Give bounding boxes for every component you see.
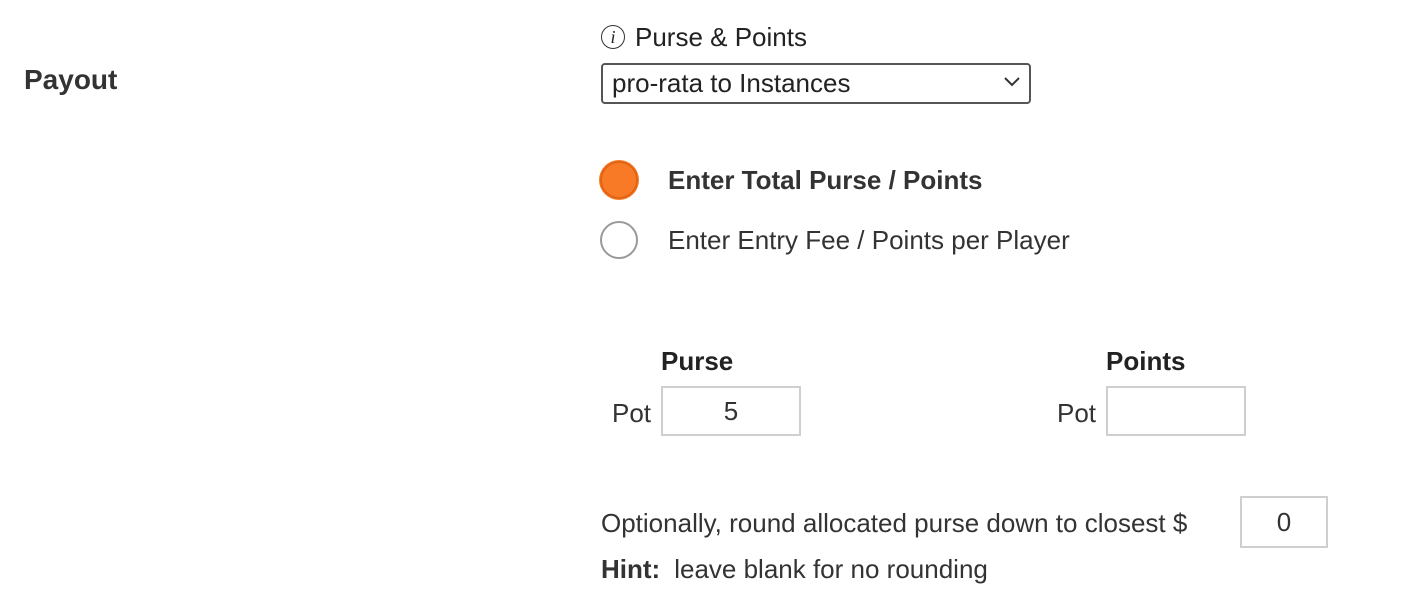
rounding-input[interactable]: 0 — [1240, 496, 1328, 548]
hint-label: Hint: — [601, 554, 661, 584]
radio-total-purse[interactable] — [600, 161, 638, 199]
payout-method-select[interactable]: pro-rata to Instances — [601, 63, 1031, 104]
payout-label-text: Purse & Points — [635, 21, 807, 52]
radio-option-total-purse[interactable]: Enter Total Purse / Points — [600, 159, 982, 201]
purse-pot-input[interactable]: 5 — [661, 386, 801, 436]
payout-method-value: pro-rata to Instances — [612, 68, 851, 98]
radio-total-purse-label[interactable]: Enter Total Purse / Points — [668, 165, 982, 196]
info-icon[interactable]: i — [601, 25, 625, 49]
chevron-down-icon — [1004, 77, 1020, 87]
radio-entry-fee-label[interactable]: Enter Entry Fee / Points per Player — [668, 225, 1070, 256]
hint-text: leave blank for no rounding — [674, 554, 988, 584]
purse-pot-label: Pot — [612, 398, 652, 428]
section-title: Payout — [24, 64, 118, 95]
rounding-hint: Hint: leave blank for no rounding — [601, 554, 988, 585]
payout-field-label: i Purse & Points — [601, 22, 807, 52]
purse-column-header: Purse — [661, 346, 734, 376]
radio-entry-fee[interactable] — [600, 221, 638, 259]
points-column-header: Points — [1106, 346, 1186, 376]
points-pot-input[interactable] — [1106, 386, 1246, 436]
radio-option-entry-fee[interactable]: Enter Entry Fee / Points per Player — [600, 219, 1070, 261]
rounding-label: Optionally, round allocated purse down t… — [601, 508, 1188, 538]
points-pot-label: Pot — [1057, 398, 1097, 428]
